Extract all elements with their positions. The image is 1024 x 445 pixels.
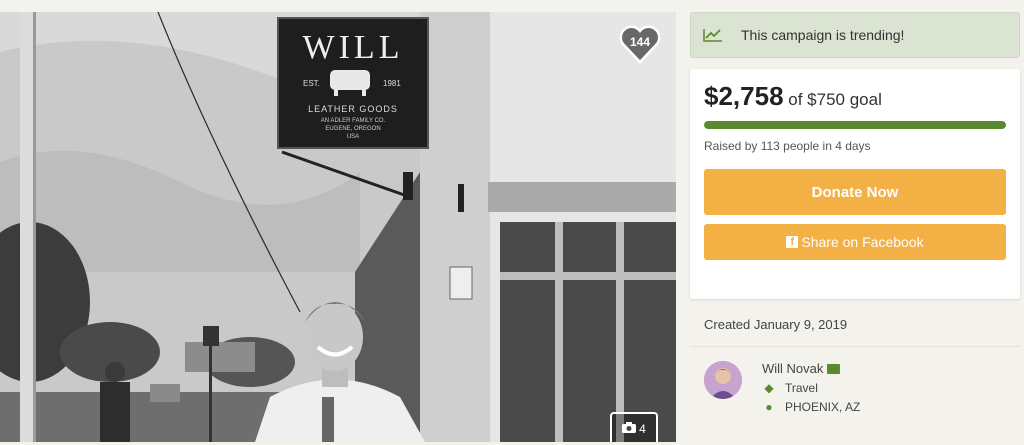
- raised-by-text: Raised by 113 people in 4 days: [704, 139, 871, 153]
- sign-est: EST.: [303, 79, 320, 88]
- sign-line4: USA: [347, 134, 359, 140]
- trending-up-icon: [703, 29, 722, 42]
- organizer-details: Will Novak ◆ Travel ● PHOENIX, AZ: [762, 361, 860, 414]
- organizer-info: Will Novak ◆ Travel ● PHOENIX, AZ: [690, 347, 1020, 445]
- avatar[interactable]: [704, 361, 742, 399]
- organizer-location-row: ● PHOENIX, AZ: [762, 400, 860, 414]
- share-facebook-button[interactable]: f Share on Facebook: [704, 224, 1006, 260]
- camera-icon: [622, 422, 637, 436]
- created-date: Created January 9, 2019: [690, 317, 1020, 347]
- donate-button[interactable]: Donate Now: [704, 169, 1006, 215]
- like-count: 144: [629, 35, 651, 49]
- donation-card: $2,758 of $750 goal Raised by 113 people…: [690, 69, 1020, 299]
- location-pin-icon: ●: [765, 400, 773, 414]
- organizer-location: PHOENIX, AZ: [785, 400, 861, 414]
- trending-banner: This campaign is trending!: [690, 12, 1020, 58]
- campaign-photo-scene: WILL EST. 1981 LEATHER GOODS AN ADLER FA…: [0, 12, 676, 442]
- sign-name: WILL: [303, 29, 404, 66]
- photo-count: 4: [639, 422, 646, 436]
- sign-line1: LEATHER GOODS: [308, 104, 398, 114]
- donate-button-label: Donate Now: [811, 183, 899, 201]
- sign-line3: EUGENE, OREGON: [325, 126, 380, 132]
- progress-bar: [704, 121, 1006, 129]
- raised-amount: $2,758: [704, 81, 784, 111]
- sign-year: 1981: [383, 79, 401, 88]
- sign-line2: AN ADLER FAMILY CO.: [321, 118, 386, 124]
- mail-icon[interactable]: [827, 363, 841, 374]
- tag-icon: ◆: [764, 381, 774, 395]
- trending-text: This campaign is trending!: [741, 27, 905, 43]
- goal-text: of $750 goal: [788, 90, 882, 109]
- progress-fill: [704, 121, 1006, 129]
- campaign-photo[interactable]: WILL EST. 1981 LEATHER GOODS AN ADLER FA…: [0, 12, 676, 442]
- campaign-sidebar: This campaign is trending! $2,758 of $75…: [690, 12, 1020, 445]
- organizer-category[interactable]: Travel: [785, 381, 818, 395]
- organizer-category-row: ◆ Travel: [762, 381, 860, 395]
- share-button-label: Share on Facebook: [801, 234, 924, 250]
- amount-line: $2,758 of $750 goal: [704, 81, 1006, 113]
- organizer-name[interactable]: Will Novak: [762, 361, 823, 376]
- organizer-name-row: Will Novak: [762, 361, 860, 376]
- like-button[interactable]: 144: [618, 22, 662, 66]
- facebook-icon: f: [786, 236, 799, 248]
- cow-logo-icon: [330, 70, 370, 90]
- photo-count-button[interactable]: 4: [610, 412, 658, 442]
